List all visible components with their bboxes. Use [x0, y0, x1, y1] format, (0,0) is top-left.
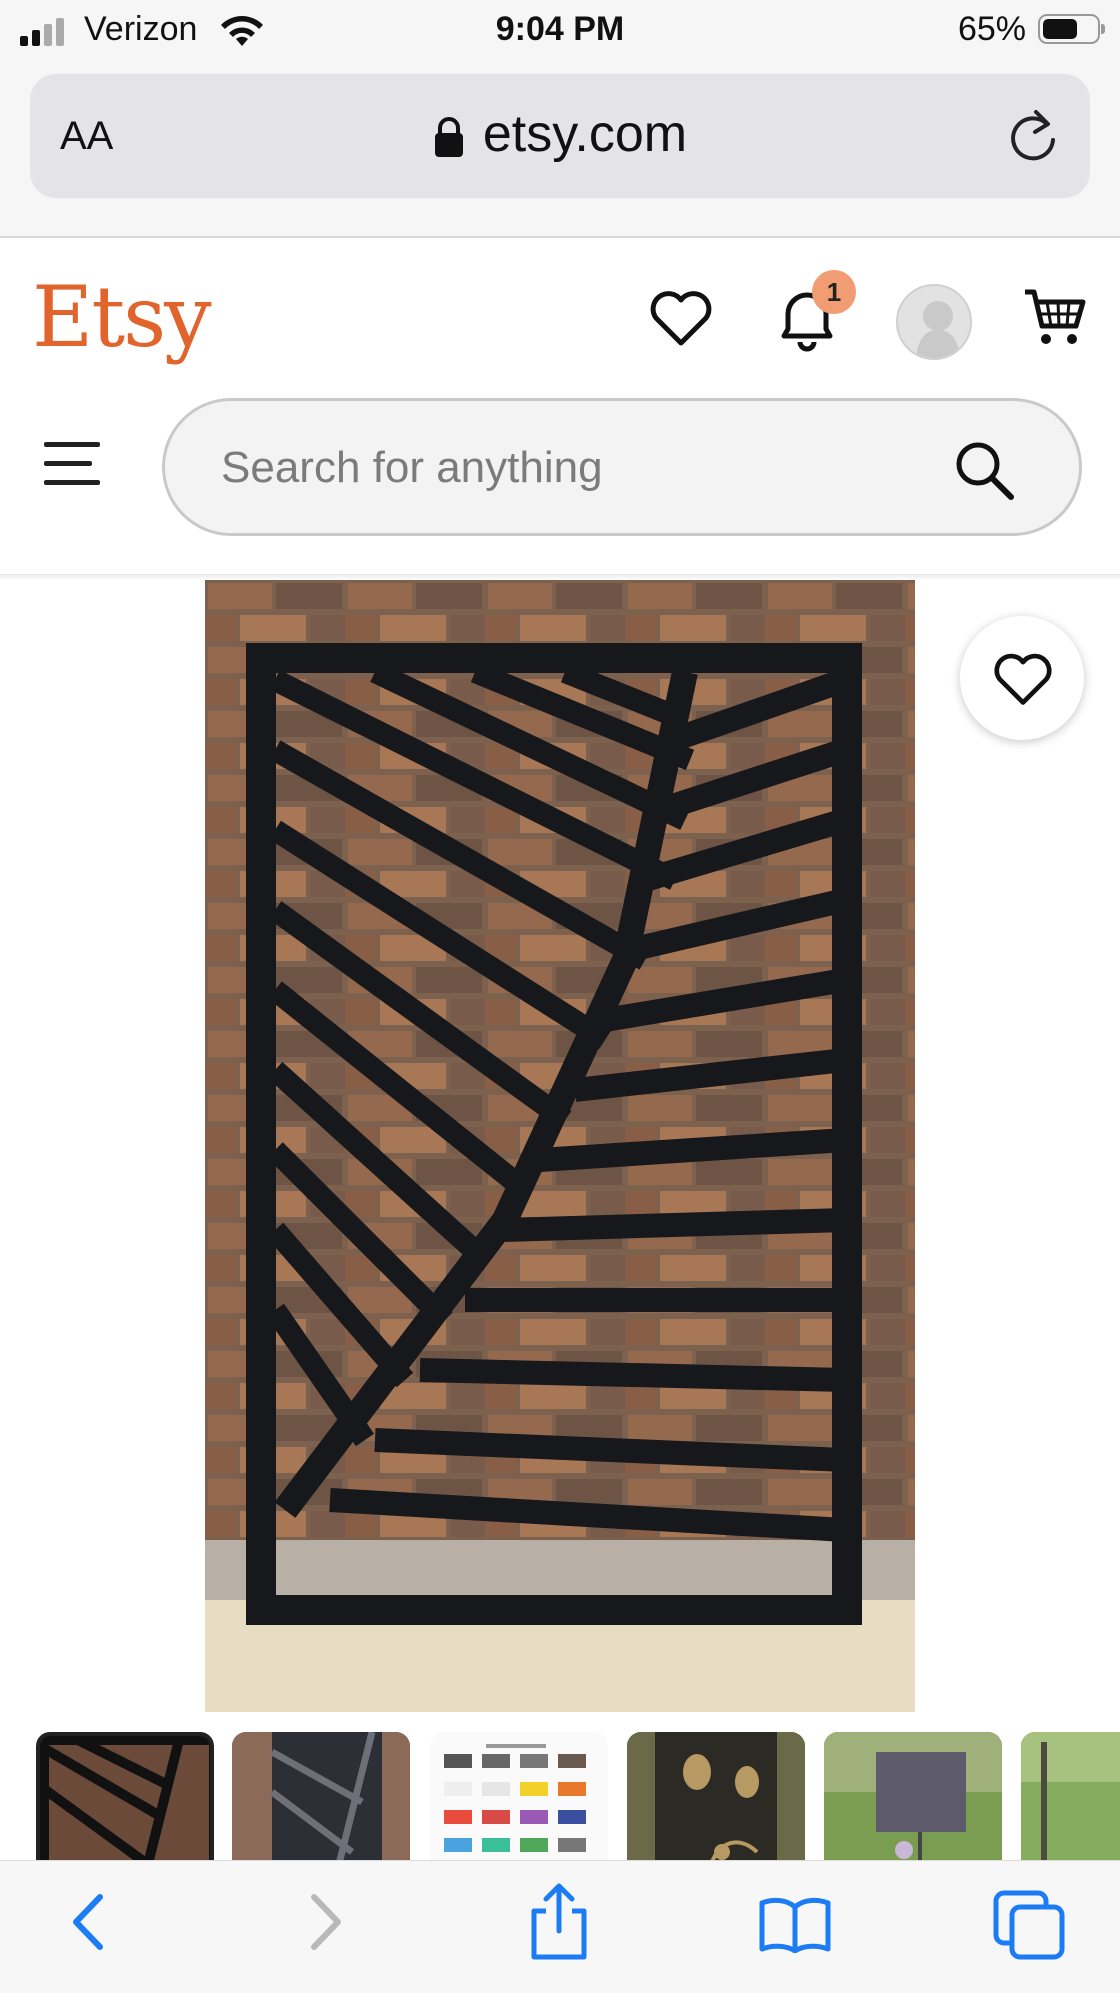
etsy-logo[interactable]: Etsy	[32, 268, 212, 366]
domain-text: etsy.com	[482, 105, 688, 163]
thumbnail-6[interactable]	[1021, 1732, 1120, 1860]
favorites-heart-icon[interactable]	[648, 288, 714, 348]
product-image[interactable]	[205, 580, 915, 1712]
status-bar: Verizon 9:04 PM 65%	[0, 0, 1120, 62]
url-display[interactable]: etsy.com	[30, 104, 1090, 164]
butterfly-floral-panel-thumbnail	[627, 1732, 805, 1860]
tabs-icon[interactable]	[992, 1889, 1068, 1961]
panel-on-lawn-thumbnail	[824, 1732, 1002, 1860]
back-arrow-icon[interactable]	[68, 1889, 108, 1955]
battery-percent: 65%	[957, 10, 1026, 48]
leaf-panel-black-thumbnail	[40, 1736, 210, 1860]
heart-icon	[994, 653, 1052, 705]
thumbnail-2[interactable]	[232, 1732, 410, 1860]
search-icon[interactable]	[953, 439, 1017, 503]
color-options-chart-thumbnail	[430, 1732, 608, 1860]
browser-toolbar	[0, 1860, 1120, 1993]
add-to-favorites-button[interactable]	[960, 616, 1084, 740]
search-bar[interactable]	[162, 398, 1082, 536]
bookmarks-book-icon[interactable]	[758, 1897, 832, 1953]
garden-scene-thumbnail	[1021, 1732, 1120, 1860]
thumbnail-3[interactable]	[430, 1732, 608, 1860]
cart-icon[interactable]	[1022, 286, 1088, 350]
thumbnail-4[interactable]	[627, 1732, 805, 1860]
palm-leaf-panel-image	[205, 580, 915, 1712]
battery-icon	[1038, 14, 1105, 44]
menu-hamburger-icon[interactable]	[44, 442, 100, 486]
leaf-panel-on-brick-thumbnail	[232, 1732, 410, 1860]
search-input[interactable]	[219, 435, 923, 501]
thumbnail-1[interactable]	[36, 1732, 214, 1860]
user-silhouette-icon	[916, 301, 960, 358]
forward-arrow-icon[interactable]	[306, 1889, 346, 1955]
user-avatar[interactable]	[896, 284, 972, 360]
clock: 9:04 PM	[495, 10, 625, 48]
share-icon[interactable]	[526, 1883, 592, 1961]
browser-chrome: AA etsy.com	[0, 62, 1120, 238]
address-bar[interactable]: AA etsy.com	[30, 74, 1090, 198]
lock-icon	[434, 117, 463, 158]
notification-badge: 1	[812, 270, 856, 314]
thumbnail-strip	[0, 1730, 1120, 1860]
thumbnail-5[interactable]	[824, 1732, 1002, 1860]
reload-icon[interactable]	[1006, 106, 1060, 166]
